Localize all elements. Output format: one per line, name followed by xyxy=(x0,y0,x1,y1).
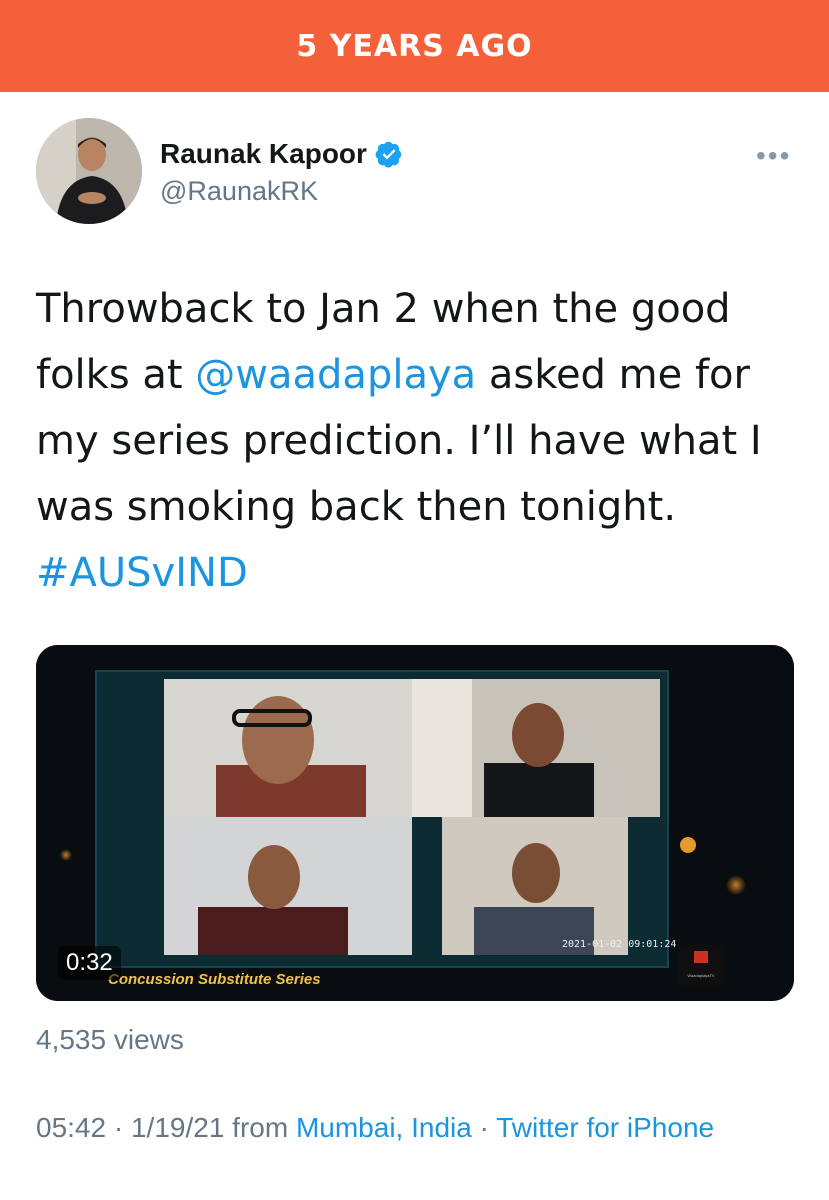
tweet-line-3: my series prediction. I’ll have what I xyxy=(36,418,762,464)
video-duration-badge: 0:32 xyxy=(58,946,121,980)
author-name-row[interactable]: Raunak Kapoor xyxy=(160,138,403,170)
banner-title: 5 YEARS AGO xyxy=(296,28,533,64)
verified-badge-icon xyxy=(375,141,402,168)
avatar[interactable] xyxy=(36,118,142,224)
mention-link[interactable]: @waadaplaya xyxy=(195,352,476,398)
tweet-line-2: folks at @waadaplaya asked me for xyxy=(36,342,796,408)
video-caption: Concussion Substitute Series xyxy=(108,971,321,988)
tweet-line-2-post: asked me for xyxy=(476,352,750,398)
tweet-date: 1/19/21 xyxy=(130,1112,225,1143)
tweet-line-4: was smoking back then tonight. xyxy=(36,484,677,530)
video-player[interactable]: Concussion Substitute Series 2021-01-02 … xyxy=(36,645,794,1001)
tweet-line-2-pre: folks at xyxy=(36,352,196,398)
profile-photo xyxy=(36,118,142,224)
more-options-icon[interactable]: ••• xyxy=(756,140,791,172)
meta-separator-2: · xyxy=(471,1112,497,1143)
memory-banner: 5 YEARS AGO xyxy=(0,0,829,92)
hashtag-link[interactable]: #AUSvIND xyxy=(36,540,796,606)
author-name[interactable]: Raunak Kapoor xyxy=(160,138,367,170)
author-handle[interactable]: @RaunakRK xyxy=(160,176,318,207)
tweet-time: 05:42 xyxy=(36,1112,107,1143)
view-count: 4,535 views xyxy=(36,1024,184,1055)
video-thumbnail xyxy=(36,645,794,1001)
meta-from: from xyxy=(224,1112,296,1143)
source-link[interactable]: Twitter for iPhone xyxy=(496,1112,714,1143)
meta-separator-1: · xyxy=(106,1112,131,1143)
tweet-text: Throwback to Jan 2 when the good folks a… xyxy=(36,276,796,606)
video-timestamp: 2021-01-02 09:01:24 xyxy=(562,939,677,950)
location-link[interactable]: Mumbai, India xyxy=(296,1112,472,1143)
tweet-metadata: 05:42 · 1/19/21 from Mumbai, India · Twi… xyxy=(36,1108,776,1148)
video-logo: WaadaplayaTV xyxy=(687,973,715,978)
tweet-line-1: Throwback to Jan 2 when the good xyxy=(36,286,731,332)
